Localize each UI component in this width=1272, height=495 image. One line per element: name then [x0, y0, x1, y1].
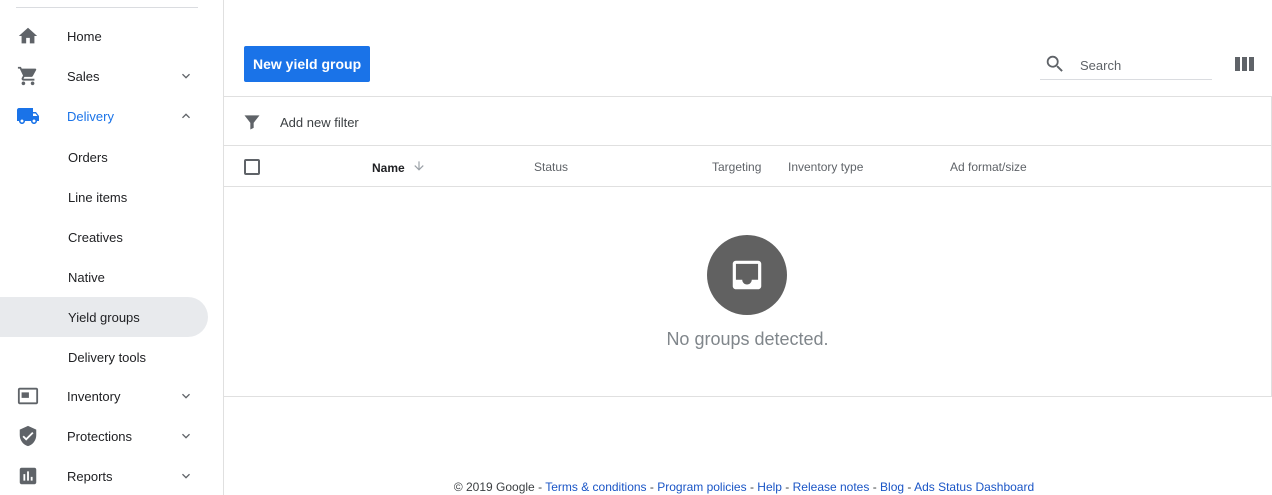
column-header-targeting[interactable]: Targeting [712, 160, 761, 174]
footer-link-ads-status[interactable]: Ads Status Dashboard [914, 480, 1034, 494]
footer-link-program-policies[interactable]: Program policies [657, 480, 746, 494]
table-header: Name Status Targeting Inventory type Ad … [224, 146, 1271, 187]
select-all-checkbox[interactable] [244, 159, 260, 175]
toolbar: New yield group [224, 30, 1272, 96]
chevron-down-icon [182, 433, 190, 439]
footer: © 2019 Google - Terms & conditions - Pro… [453, 480, 1035, 494]
sidebar-item-inventory[interactable]: Inventory [0, 376, 208, 416]
bar-chart-icon [16, 464, 40, 488]
sidebar-item-protections[interactable]: Protections [0, 416, 208, 456]
column-header-inventory-type[interactable]: Inventory type [788, 160, 863, 174]
sidebar-item-delivery[interactable]: Delivery [0, 96, 208, 136]
home-icon [16, 24, 40, 48]
chevron-down-icon [182, 393, 190, 399]
sidebar-item-label: Inventory [67, 388, 121, 404]
empty-state: No groups detected. [224, 187, 1271, 397]
sidebar-item-home[interactable]: Home [0, 16, 208, 56]
sidebar: Home Sales Delivery Orders Line items Cr… [0, 0, 224, 495]
sidebar-item-label: Sales [67, 68, 100, 84]
chevron-down-icon [182, 473, 190, 479]
columns-icon[interactable] [1234, 54, 1256, 74]
sidebar-item-label: Native [68, 269, 105, 285]
sidebar-item-label: Reports [67, 468, 113, 484]
sidebar-item-label: Protections [67, 428, 133, 444]
chevron-down-icon [182, 73, 190, 79]
footer-link-terms[interactable]: Terms & conditions [545, 480, 646, 494]
sidebar-item-label: Line items [68, 189, 128, 205]
filter-bar[interactable]: Add new filter [224, 97, 1271, 146]
sidebar-item-label: Yield groups [68, 309, 140, 325]
column-header-name[interactable]: Name [372, 161, 405, 175]
add-filter-label: Add new filter [280, 115, 359, 130]
empty-state-message: No groups detected. [666, 329, 829, 349]
empty-inbox-icon [707, 235, 787, 315]
sidebar-item-label: Delivery tools [68, 349, 147, 365]
search-input[interactable] [1080, 54, 1208, 76]
footer-link-release-notes[interactable]: Release notes [793, 480, 870, 494]
cart-icon [16, 64, 40, 88]
sidebar-subitem-orders[interactable]: Orders [0, 137, 208, 177]
sidebar-subitem-native[interactable]: Native [0, 257, 208, 297]
search-icon[interactable] [1044, 53, 1066, 75]
main-content: New yield group Add new filter Name Stat… [224, 0, 1272, 495]
new-yield-group-button[interactable]: New yield group [244, 46, 371, 82]
column-header-status[interactable]: Status [534, 160, 568, 174]
yield-groups-table-panel: Add new filter Name Status Targeting Inv… [224, 96, 1272, 397]
column-header-ad-format-size[interactable]: Ad format/size [950, 160, 1027, 174]
sidebar-subitem-delivery-tools[interactable]: Delivery tools [0, 337, 208, 377]
footer-link-help[interactable]: Help [757, 480, 782, 494]
sidebar-item-sales[interactable]: Sales [0, 56, 208, 96]
search-box [1040, 50, 1212, 80]
sidebar-subitem-yield-groups[interactable]: Yield groups [0, 297, 208, 337]
sidebar-subitem-creatives[interactable]: Creatives [0, 217, 208, 257]
sidebar-item-label: Orders [68, 149, 108, 165]
footer-copyright: © 2019 Google [453, 480, 535, 494]
sidebar-item-label: Delivery [67, 108, 114, 124]
sidebar-item-label: Home [67, 28, 102, 44]
sidebar-item-reports[interactable]: Reports [0, 456, 208, 495]
sidebar-subitem-line-items[interactable]: Line items [0, 177, 208, 217]
truck-icon [16, 104, 40, 128]
chevron-up-icon [182, 113, 190, 119]
shield-icon [16, 424, 40, 448]
sidebar-divider [16, 7, 198, 8]
footer-link-blog[interactable]: Blog [880, 480, 904, 494]
sidebar-item-label: Creatives [68, 229, 123, 245]
sort-arrow-down-icon[interactable] [412, 159, 426, 173]
filter-icon [244, 115, 260, 130]
inventory-icon [16, 384, 40, 408]
